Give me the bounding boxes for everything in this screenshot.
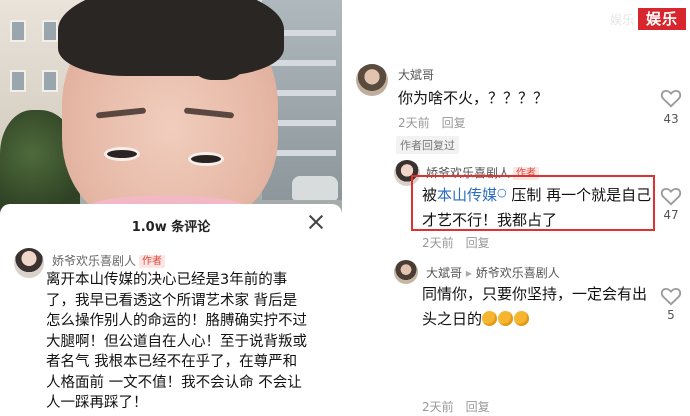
eye-left: [104, 147, 140, 161]
close-icon[interactable]: [306, 212, 326, 232]
reply-button[interactable]: 回复: [466, 400, 490, 414]
comment-username[interactable]: 娇爷欢乐喜剧人: [52, 254, 136, 268]
avatar[interactable]: [394, 260, 418, 284]
person-hair: [58, 0, 284, 76]
thumbs-up-icon: [498, 311, 514, 326]
highlight-box: [411, 175, 655, 231]
comment-text: 你为啥不火，？？？？: [398, 89, 549, 107]
comment-username[interactable]: 大斌哥: [398, 66, 434, 83]
reply-to-username[interactable]: 娇爷欢乐喜剧人: [476, 266, 560, 280]
author-badge: 作者: [139, 255, 166, 268]
like-count: 47: [663, 208, 679, 222]
reply-button[interactable]: 回复: [466, 236, 490, 250]
comment-text: 离开本山传媒的决心已经是3年前的事了，我早已看透这个所谓艺术家 背后是怎么操作别…: [46, 272, 307, 411]
video-frame: [0, 0, 342, 220]
comment-time: 2天前: [398, 116, 430, 130]
heart-icon[interactable]: [660, 286, 682, 306]
comments-header: 1.0w 条评论: [0, 204, 342, 242]
comments-sheet: 1.0w 条评论 娇爷欢乐喜剧人 作者 离开本山传媒的决心已经是3年前的事了，我早…: [0, 204, 342, 416]
background-car: [292, 176, 338, 200]
comment-meta: 2天前 回复: [422, 398, 502, 415]
watermark: 娱乐: [609, 13, 634, 27]
avatar[interactable]: [14, 248, 44, 278]
avatar[interactable]: [356, 64, 388, 96]
left-screenshot-panel: 1.0w 条评论 娇爷欢乐喜剧人 作者 离开本山传媒的决心已经是3年前的事了，我早…: [0, 0, 342, 416]
comment-text: 同情你，只要你坚持，一定会有出头之日的: [422, 285, 648, 328]
comment-time: 2天前: [422, 400, 454, 414]
heart-icon[interactable]: [660, 88, 682, 108]
comment-meta: 2天前 回复: [398, 114, 478, 131]
eye-right: [188, 152, 224, 166]
heart-icon[interactable]: [660, 186, 682, 206]
reply-arrow-icon: ▸: [465, 266, 472, 280]
like-count: 5: [667, 308, 675, 322]
comments-count: 1.0w 条评论: [131, 220, 211, 235]
like-count: 43: [663, 112, 679, 126]
thumbs-up-icon: [514, 311, 530, 326]
reply-button[interactable]: 回复: [442, 116, 466, 130]
thumbs-up-icon: [482, 311, 498, 326]
brand-logo: 娱乐: [638, 8, 686, 30]
author-replied-note: 作者回复过: [396, 136, 459, 154]
right-screenshot-panel: 娱乐 娱乐 大斌哥 你为啥不火，？？？？ 2天前 回复 43 作者回复过 娇爷欢乐…: [342, 0, 690, 416]
comment-time: 2天前: [422, 236, 454, 250]
comment-username[interactable]: 大斌哥: [426, 266, 462, 280]
comment-meta: 2天前 回复: [422, 234, 502, 251]
